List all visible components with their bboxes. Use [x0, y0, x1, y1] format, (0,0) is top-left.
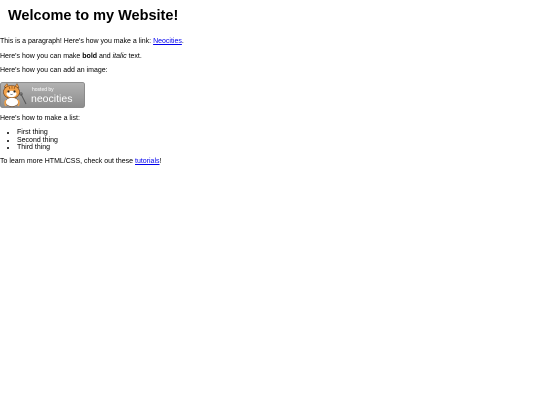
outro-suffix: !: [159, 157, 162, 165]
neocities-link[interactable]: Neocities: [153, 38, 182, 45]
list-item: First thing: [17, 129, 540, 137]
intro-paragraph: This is a paragraph! Here's how you make…: [0, 38, 540, 46]
bold-text: bold: [82, 52, 98, 60]
list-intro-paragraph: Here's how to make a list:: [0, 114, 80, 122]
outro-text: To learn more HTML/CSS, check out these: [0, 157, 135, 165]
example-list: First thing Second thing Third thing: [0, 129, 540, 152]
outro-paragraph: To learn more HTML/CSS, check out these …: [0, 158, 540, 166]
format-suffix: text.: [126, 52, 142, 60]
image-intro-paragraph: Here's how you can add an image:: [0, 67, 108, 74]
format-paragraph: Here's how you can make bold and italic …: [0, 53, 540, 61]
page-title: Welcome to my Website!: [8, 8, 179, 24]
list-item: Second thing: [17, 137, 540, 145]
neocities-badge-image: hosted by neocities: [0, 81, 85, 108]
main-content: This is a paragraph! Here's how you make…: [0, 38, 540, 172]
intro-suffix: .: [181, 38, 184, 45]
list-item: Third thing: [17, 144, 540, 152]
badge-large-text: neocities: [31, 93, 72, 105]
italic-text: italic: [112, 52, 127, 60]
format-middle: and: [97, 52, 113, 60]
tutorials-link[interactable]: tutorials: [135, 158, 160, 165]
page: { "heading": "Welcome to my Website!", "…: [0, 0, 540, 405]
intro-text: This is a paragraph! Here's how you make…: [0, 38, 154, 45]
format-text: Here's how you can make: [0, 52, 83, 60]
